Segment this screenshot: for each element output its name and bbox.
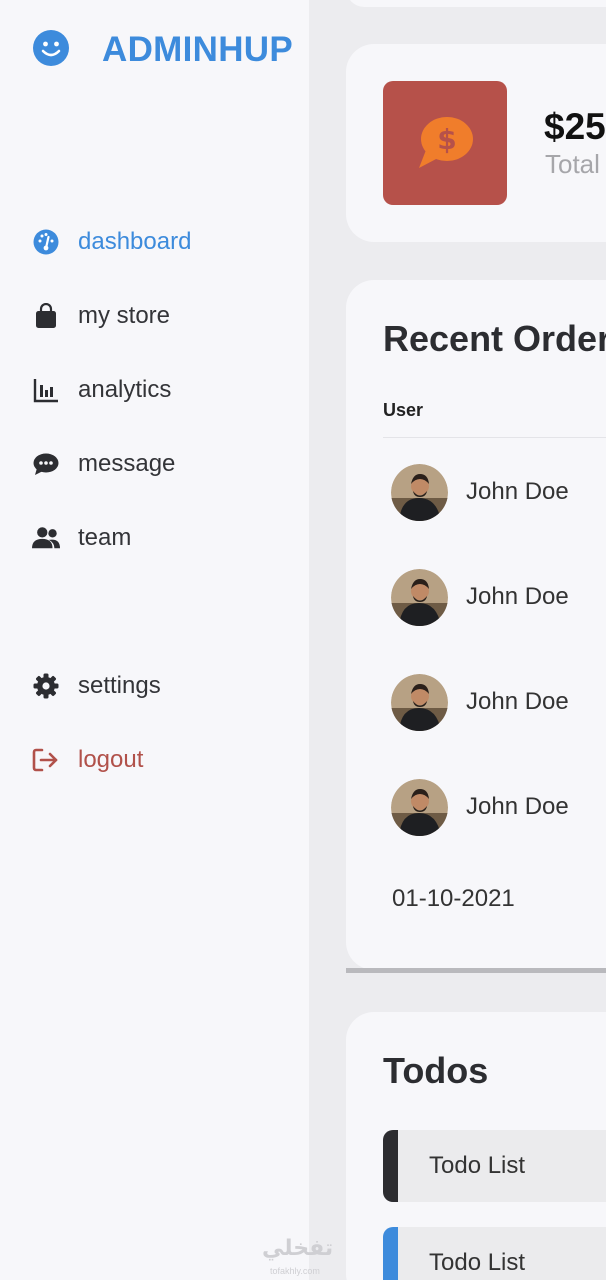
stat-label: Total (545, 149, 600, 179)
watermark: تفخلي (262, 1236, 334, 1261)
smiley-icon (33, 30, 69, 66)
sidebar: ADMINHUP dashboard my store analytics me… (0, 0, 309, 1280)
table-row[interactable]: John Doe (391, 673, 569, 731)
sidebar-item-dashboard[interactable]: dashboard (32, 222, 191, 262)
top-card-edge (346, 0, 606, 7)
order-user-name: John Doe (466, 688, 569, 715)
svg-text:$: $ (437, 123, 456, 156)
stat-icon-tile: $ (383, 81, 507, 205)
header-divider (383, 437, 606, 438)
dollar-chat-icon: $ (419, 117, 473, 168)
chat-bubble-icon (32, 450, 60, 478)
stat-value: $25 (544, 106, 606, 147)
order-user-name: John Doe (466, 583, 569, 610)
recent-orders-card: Recent Orders User John Doe (346, 280, 606, 970)
sidebar-item-settings[interactable]: settings (32, 666, 161, 706)
sidebar-item-logout[interactable]: logout (32, 740, 143, 780)
sidebar-item-analytics[interactable]: analytics (32, 370, 171, 410)
table-row[interactable]: John Doe (391, 568, 569, 626)
sidebar-item-label: settings (78, 672, 161, 699)
stat-card-total: $ $25 Total (346, 44, 606, 242)
avatar (391, 463, 448, 521)
gear-icon (32, 672, 60, 700)
bar-chart-icon (32, 376, 60, 404)
sidebar-item-label: message (78, 450, 176, 477)
todos-title: Todos (383, 1050, 489, 1091)
todo-item[interactable]: Todo List (383, 1130, 606, 1202)
dashboard-gauge-icon (32, 228, 60, 256)
todos-card: Todos Todo List Todo List (346, 1012, 606, 1280)
avatar (391, 673, 448, 731)
todo-accent-bar (383, 1227, 398, 1280)
logout-icon (32, 746, 60, 774)
sidebar-item-label: dashboard (78, 228, 192, 255)
brand-name: ADMINHUP (102, 30, 294, 69)
order-date: 01-10-2021 (392, 885, 515, 912)
todo-label: Todo List (429, 1152, 526, 1179)
todo-accent-bar (383, 1130, 398, 1202)
table-row[interactable]: John Doe (391, 778, 569, 836)
column-header-user[interactable]: User (383, 400, 423, 421)
table-row[interactable]: John Doe (391, 463, 569, 521)
horizontal-scrollbar[interactable] (346, 968, 606, 973)
sidebar-item-message[interactable]: message (32, 444, 175, 484)
avatar (391, 568, 448, 626)
sidebar-item-label: my store (78, 302, 171, 329)
shopping-bag-icon (32, 302, 60, 330)
sidebar-item-label: logout (78, 746, 144, 773)
sidebar-item-label: analytics (78, 376, 172, 403)
order-user-name: John Doe (466, 478, 569, 505)
sidebar-item-my-store[interactable]: my store (32, 296, 170, 336)
brand[interactable]: ADMINHUP (32, 28, 293, 69)
watermark-subtext: tofakhly.com (270, 1266, 320, 1276)
avatar (391, 778, 448, 836)
sidebar-item-team[interactable]: team (32, 518, 131, 558)
main-content: $ $25 Total Recent Orders User John Doe (309, 0, 606, 1280)
todo-item[interactable]: Todo List (383, 1227, 606, 1280)
order-user-name: John Doe (466, 793, 569, 820)
users-icon (32, 524, 60, 552)
recent-orders-title: Recent Orders (383, 318, 606, 359)
todo-label: Todo List (429, 1249, 526, 1276)
sidebar-item-label: team (78, 524, 132, 551)
